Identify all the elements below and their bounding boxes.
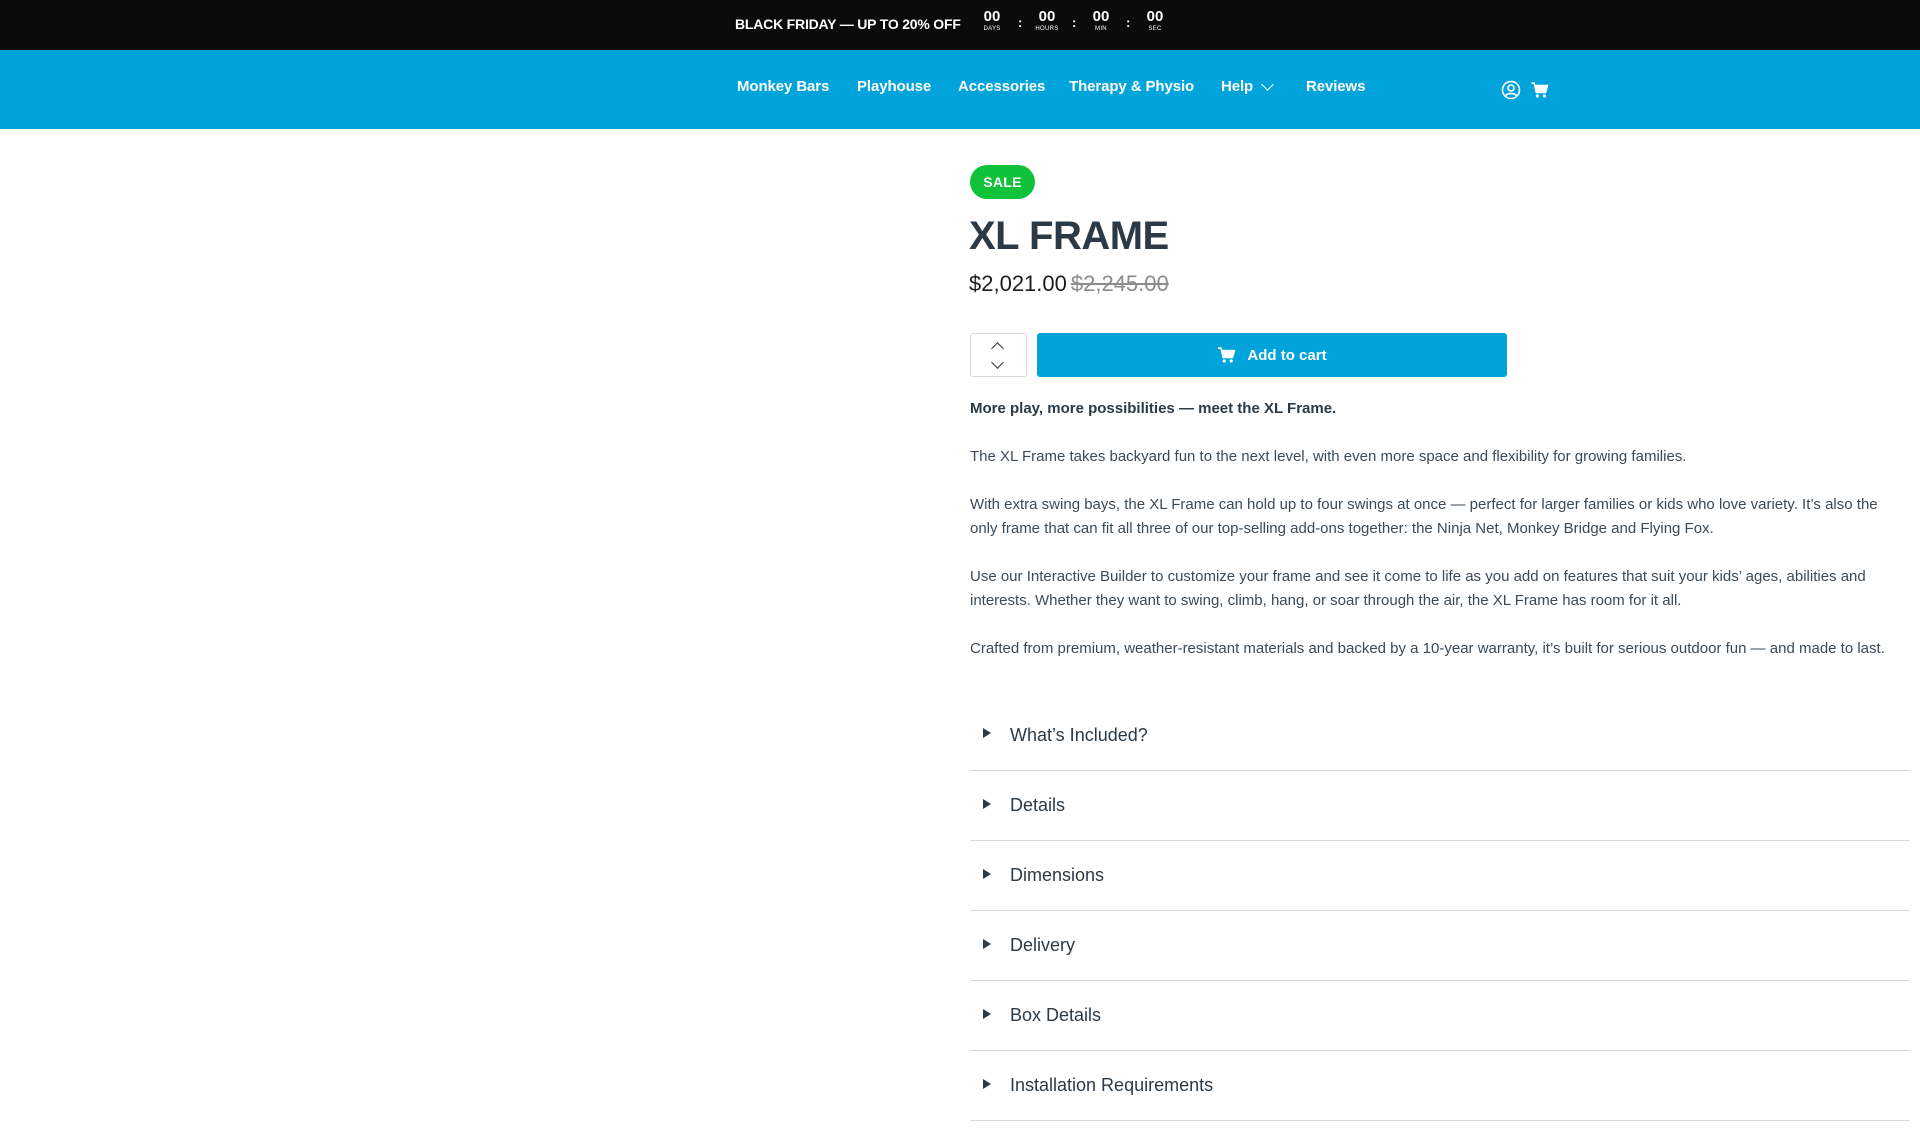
nav-reviews[interactable]: Reviews [1306,78,1365,95]
product-price: $2,021.00 $2,245.00 [969,271,1169,297]
product-title: XL FRAME [969,214,1169,258]
description-paragraph: The XL Frame takes backyard fun to the n… [970,448,1687,465]
nav-help[interactable]: Help [1221,78,1274,95]
chevron-up-icon[interactable] [990,336,1006,354]
compare-price: $2,245.00 [1070,271,1169,296]
cart-icon [1218,347,1236,363]
countdown-seconds: 00 SEC [1146,8,1164,33]
nav-therapy-physio[interactable]: Therapy & Physio [1069,78,1194,95]
sale-price: $2,021.00 [969,271,1067,296]
account-icon[interactable] [1501,80,1521,100]
caret-right-icon [983,868,991,879]
cart-icon[interactable] [1530,80,1550,100]
countdown-days: 00 DAYS [983,8,1001,33]
caret-right-icon [983,1008,991,1019]
product-description: More play, more possibilities — meet the… [970,397,1900,685]
announcement-bar: BLACK FRIDAY — UP TO 20% OFF 00 DAYS : 0… [0,0,1920,50]
accordion-details[interactable]: Details [970,771,1910,841]
nav-monkey-bars[interactable]: Monkey Bars [737,78,829,95]
main-nav: Monkey Bars Playhouse Accessories Therap… [0,50,1920,129]
caret-right-icon [983,938,991,949]
countdown-separator: : [1072,15,1077,30]
caret-right-icon [983,728,991,738]
caret-right-icon [983,798,991,809]
accordion-whats-included[interactable]: What’s Included? [970,700,1910,771]
announcement-text: BLACK FRIDAY — UP TO 20% OFF [735,16,961,32]
countdown-hours: 00 HOURS [1035,8,1059,33]
product-accordion: What’s Included? Details Dimensions Deli… [970,700,1910,1121]
nav-accessories[interactable]: Accessories [958,78,1045,95]
accordion-installation-requirements[interactable]: Installation Requirements [970,1051,1910,1121]
add-to-cart-label: Add to cart [1247,346,1327,364]
accordion-box-details[interactable]: Box Details [970,981,1910,1051]
accordion-delivery[interactable]: Delivery [970,911,1910,981]
chevron-down-icon[interactable] [990,356,1006,374]
accordion-dimensions[interactable]: Dimensions [970,841,1910,911]
quantity-stepper[interactable] [970,333,1027,377]
nav-playhouse[interactable]: Playhouse [857,78,931,95]
description-paragraph: Use our Interactive Builder to customize… [970,568,1866,609]
description-lead: More play, more possibilities — meet the… [970,400,1337,417]
countdown-separator: : [1126,15,1131,30]
description-paragraph: Crafted from premium, weather-resistant … [970,640,1885,657]
description-paragraph: With extra swing bays, the XL Frame can … [970,496,1878,537]
chevron-down-icon [1261,78,1274,91]
countdown-minutes: 00 MIN [1092,8,1110,33]
sale-badge: SALE [970,165,1035,199]
nav-help-label: Help [1221,78,1254,95]
add-to-cart-button[interactable]: Add to cart [1037,333,1507,377]
caret-right-icon [983,1078,991,1089]
countdown-separator: : [1018,15,1023,30]
